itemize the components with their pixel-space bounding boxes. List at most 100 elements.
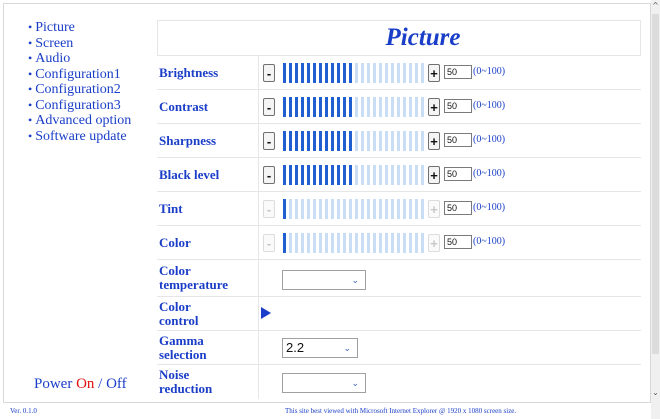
- slider-segment: [379, 63, 382, 83]
- menu-item-screen[interactable]: • Screen: [28, 36, 131, 52]
- slider-segment: [331, 165, 334, 185]
- increase-button[interactable]: +: [428, 234, 440, 252]
- slider-segment: [301, 97, 304, 117]
- decrease-button[interactable]: -: [263, 200, 275, 218]
- slider-segment: [361, 131, 364, 151]
- increase-button[interactable]: +: [428, 98, 440, 116]
- value-input[interactable]: 50: [444, 65, 472, 79]
- slider-bar[interactable]: [283, 131, 427, 151]
- slider-segment: [331, 131, 334, 151]
- value-input[interactable]: 50: [444, 133, 472, 147]
- slider-segment: [343, 131, 346, 151]
- menu-item-configuration1[interactable]: • Configuration1: [28, 67, 131, 83]
- decrease-button[interactable]: -: [263, 132, 275, 150]
- bullet-icon: •: [28, 66, 33, 81]
- select-control: ⌄: [261, 365, 641, 399]
- increase-button[interactable]: +: [428, 166, 440, 184]
- slider-bar[interactable]: [283, 165, 427, 185]
- gamma-select[interactable]: 2.2 ⌄: [282, 338, 358, 358]
- power-on-link[interactable]: On: [76, 376, 94, 392]
- power-off-link[interactable]: Off: [106, 376, 127, 392]
- value-input[interactable]: 50: [444, 99, 472, 113]
- noise-reduction-select[interactable]: ⌄: [282, 373, 366, 393]
- slider-segment: [283, 97, 286, 117]
- slider-control: - + 50 (0~100): [261, 192, 641, 225]
- menu-item-advanced-option[interactable]: • Advanced option: [28, 113, 131, 129]
- chevron-down-icon: ⌄: [351, 378, 359, 388]
- slider-segment: [415, 131, 418, 151]
- slider-segment: [313, 199, 316, 219]
- slider-segment: [301, 131, 304, 151]
- slider-segment: [361, 63, 364, 83]
- slider-segment: [289, 199, 292, 219]
- slider-bar[interactable]: [283, 233, 427, 253]
- slider-segment: [397, 131, 400, 151]
- range-hint: (0~100): [473, 100, 506, 111]
- menu-item-configuration3[interactable]: • Configuration3: [28, 98, 131, 114]
- slider-segment: [385, 63, 388, 83]
- slider-segment: [325, 199, 328, 219]
- slider-segment: [349, 199, 352, 219]
- label-line: control: [159, 312, 199, 328]
- slider-segment: [307, 131, 310, 151]
- slider-segment: [385, 199, 388, 219]
- slider-segment: [385, 97, 388, 117]
- sidebar-menu: • Picture • Screen • Audio • Configuration1 …: [28, 20, 131, 144]
- scroll-down-icon[interactable]: ⌄: [651, 388, 660, 397]
- power-label: Power: [34, 376, 73, 392]
- increase-button[interactable]: +: [428, 132, 440, 150]
- slider-segment: [331, 97, 334, 117]
- value-input[interactable]: 50: [444, 201, 472, 215]
- browser-note: This site best viewed with Microsoft Int…: [285, 407, 517, 415]
- range-hint: (0~100): [473, 134, 506, 145]
- slider-segment: [403, 199, 406, 219]
- slider-bar[interactable]: [283, 199, 427, 219]
- slider-segment: [409, 233, 412, 253]
- slider-segment: [421, 233, 424, 253]
- label-line: Noise: [159, 367, 190, 382]
- scroll-thumb[interactable]: [652, 14, 659, 354]
- vertical-scrollbar[interactable]: ^ ⌄: [651, 0, 660, 419]
- decrease-button[interactable]: -: [263, 166, 275, 184]
- slider-segment: [385, 233, 388, 253]
- slider-segment: [421, 63, 424, 83]
- scroll-up-icon[interactable]: ^: [651, 1, 660, 10]
- slider-segment: [391, 233, 394, 253]
- expand-arrow-icon[interactable]: [261, 307, 271, 319]
- slider-bar[interactable]: [283, 97, 427, 117]
- slider-segment: [409, 131, 412, 151]
- menu-label: Configuration3: [35, 97, 121, 113]
- slider-segment: [373, 131, 376, 151]
- value-input[interactable]: 50: [444, 167, 472, 181]
- decrease-button[interactable]: -: [263, 98, 275, 116]
- value-input[interactable]: 50: [444, 235, 472, 249]
- slider-segment: [295, 199, 298, 219]
- increase-button[interactable]: +: [428, 64, 440, 82]
- chevron-down-icon: ⌄: [343, 343, 351, 353]
- slider-segment: [409, 165, 412, 185]
- decrease-button[interactable]: -: [263, 64, 275, 82]
- slider-segment: [331, 63, 334, 83]
- slider-segment: [403, 131, 406, 151]
- slider-segment: [397, 63, 400, 83]
- menu-item-picture[interactable]: • Picture: [28, 20, 131, 36]
- menu-item-software-update[interactable]: • Software update: [28, 129, 131, 145]
- slider-segment: [349, 233, 352, 253]
- slider-segment: [343, 97, 346, 117]
- color-temperature-select[interactable]: ⌄: [282, 270, 366, 290]
- menu-item-configuration2[interactable]: • Configuration2: [28, 82, 131, 98]
- slider-segment: [409, 97, 412, 117]
- slider-segment: [379, 165, 382, 185]
- slider-segment: [295, 233, 298, 253]
- label-line: reduction: [159, 381, 213, 396]
- slider-control: - + 50 (0~100): [261, 158, 641, 191]
- slider-segment: [343, 199, 346, 219]
- slider-segment: [373, 165, 376, 185]
- slider-segment: [367, 63, 370, 83]
- label-line: Gamma: [159, 332, 204, 348]
- slider-bar[interactable]: [283, 63, 427, 83]
- version-label: Ver. 0.1.0: [10, 407, 37, 415]
- increase-button[interactable]: +: [428, 200, 440, 218]
- decrease-button[interactable]: -: [263, 234, 275, 252]
- menu-item-audio[interactable]: • Audio: [28, 51, 131, 67]
